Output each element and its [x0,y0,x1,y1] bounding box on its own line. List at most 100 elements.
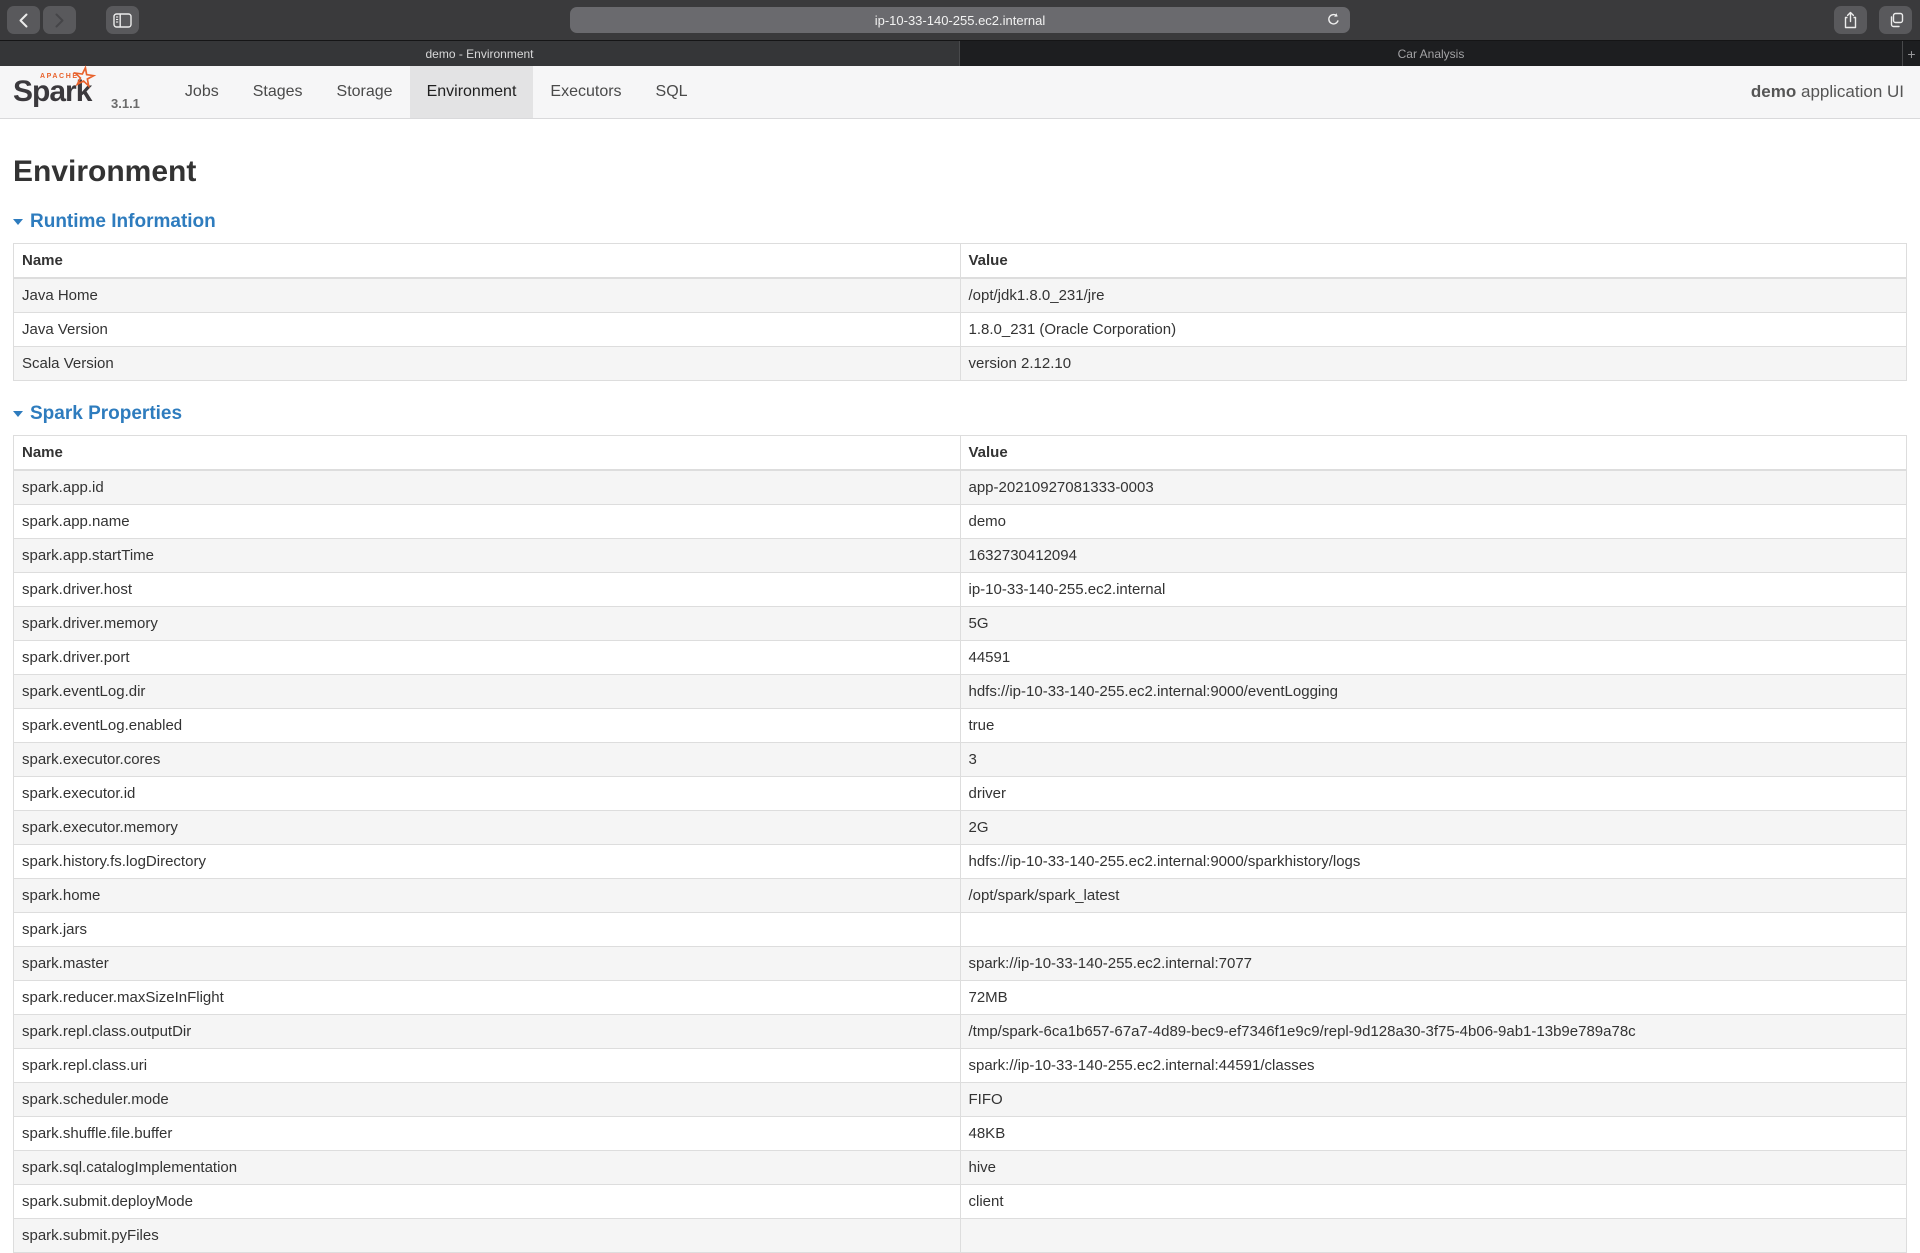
property-value-cell: 5G [960,607,1907,641]
toolbar-right-group [1834,6,1912,34]
tab-title: demo - Environment [425,47,533,61]
property-name-cell: spark.app.name [14,505,961,539]
table-row: spark.submit.deployModeclient [14,1185,1907,1219]
nav-tab-sql[interactable]: SQL [639,66,705,118]
browser-tab-strip: demo - Environment Car Analysis + [0,40,1920,66]
property-name-cell: spark.scheduler.mode [14,1083,961,1117]
runtime-information-section-toggle[interactable]: Runtime Information [13,211,1907,233]
property-value-cell: client [960,1185,1907,1219]
address-bar[interactable]: ip-10-33-140-255.ec2.internal [570,7,1350,33]
table-row: spark.reducer.maxSizeInFlight72MB [14,981,1907,1015]
share-button[interactable] [1834,6,1867,34]
property-name-cell: spark.driver.memory [14,607,961,641]
property-name-cell: spark.repl.class.outputDir [14,1015,961,1049]
nav-tab-stages[interactable]: Stages [236,66,320,118]
nav-tab-environment[interactable]: Environment [410,66,534,118]
property-value-cell: 1632730412094 [960,539,1907,573]
property-value-cell: ip-10-33-140-255.ec2.internal [960,573,1907,607]
nav-tab-storage[interactable]: Storage [320,66,410,118]
property-value-cell: hdfs://ip-10-33-140-255.ec2.internal:900… [960,675,1907,709]
table-row: spark.history.fs.logDirectoryhdfs://ip-1… [14,845,1907,879]
table-row: spark.executor.cores3 [14,743,1907,777]
property-value-cell: true [960,709,1907,743]
forward-button[interactable] [43,6,76,34]
section-title: Spark Properties [30,403,182,425]
property-value-cell: /opt/jdk1.8.0_231/jre [960,278,1907,313]
table-row: Scala Versionversion 2.12.10 [14,347,1907,381]
property-name-cell: spark.eventLog.enabled [14,709,961,743]
property-value-cell: 48KB [960,1117,1907,1151]
tab-car-analysis[interactable]: Car Analysis [960,41,1903,66]
property-value-cell: FIFO [960,1083,1907,1117]
tabs-overview-icon [1888,12,1904,28]
property-name-cell: spark.repl.class.uri [14,1049,961,1083]
nav-tab-executors[interactable]: Executors [533,66,638,118]
property-name-cell: spark.reducer.maxSizeInFlight [14,981,961,1015]
chevron-left-icon [18,13,29,28]
table-row: spark.driver.port44591 [14,641,1907,675]
property-name-cell: spark.jars [14,913,961,947]
property-value-cell: 2G [960,811,1907,845]
table-row: spark.repl.class.outputDir/tmp/spark-6ca… [14,1015,1907,1049]
table-row: spark.jars [14,913,1907,947]
property-value-cell: /tmp/spark-6ca1b657-67a7-4d89-bec9-ef734… [960,1015,1907,1049]
table-row: spark.eventLog.enabledtrue [14,709,1907,743]
app-name: demo [1751,82,1796,101]
reload-icon[interactable] [1326,12,1341,30]
spark-properties-section-toggle[interactable]: Spark Properties [13,403,1907,425]
property-value-cell: spark://ip-10-33-140-255.ec2.internal:70… [960,947,1907,981]
sidebar-toggle-button[interactable] [106,6,139,34]
table-row: spark.app.idapp-20210927081333-0003 [14,470,1907,505]
chevron-right-icon [54,13,65,28]
property-name-cell: spark.executor.cores [14,743,961,777]
table-row: spark.masterspark://ip-10-33-140-255.ec2… [14,947,1907,981]
url-text: ip-10-33-140-255.ec2.internal [875,13,1046,28]
property-name-cell: Java Home [14,278,961,313]
property-value-cell: /opt/spark/spark_latest [960,879,1907,913]
property-value-cell: app-20210927081333-0003 [960,470,1907,505]
property-value-cell: demo [960,505,1907,539]
property-value-cell: 44591 [960,641,1907,675]
table-row: spark.submit.pyFiles [14,1219,1907,1253]
table-row: spark.executor.memory2G [14,811,1907,845]
table-row: spark.app.startTime1632730412094 [14,539,1907,573]
table-row: spark.home/opt/spark/spark_latest [14,879,1907,913]
tab-overview-button[interactable] [1879,6,1912,34]
nav-tab-jobs[interactable]: Jobs [168,66,236,118]
runtime-information-table: NameValueJava Home/opt/jdk1.8.0_231/jreJ… [13,243,1907,381]
tab-title: Car Analysis [1398,47,1465,61]
property-name-cell: spark.executor.id [14,777,961,811]
column-header: Name [14,436,961,471]
table-row: Java Home/opt/jdk1.8.0_231/jre [14,278,1907,313]
spark-version: 3.1.1 [111,96,140,111]
tab-demo-environment[interactable]: demo - Environment [0,41,960,66]
back-button[interactable] [7,6,40,34]
property-name-cell: Scala Version [14,347,961,381]
spark-nav-tabs: Jobs Stages Storage Environment Executor… [168,66,705,118]
property-name-cell: spark.driver.port [14,641,961,675]
application-ui-label: demo application UI [1751,82,1904,102]
property-value-cell: hdfs://ip-10-33-140-255.ec2.internal:900… [960,845,1907,879]
spark-logo[interactable]: APACHE Spark ☆ [13,66,99,118]
property-value-cell: 72MB [960,981,1907,1015]
spark-header: APACHE Spark ☆ 3.1.1 Jobs Stages Storage… [0,66,1920,119]
property-name-cell: spark.eventLog.dir [14,675,961,709]
table-row: spark.scheduler.modeFIFO [14,1083,1907,1117]
table-row: spark.sql.catalogImplementationhive [14,1151,1907,1185]
table-header-row: NameValue [14,244,1907,279]
property-value-cell: version 2.12.10 [960,347,1907,381]
property-name-cell: spark.executor.memory [14,811,961,845]
table-row: spark.app.namedemo [14,505,1907,539]
spark-properties-table: NameValuespark.app.idapp-20210927081333-… [13,435,1907,1253]
property-name-cell: spark.history.fs.logDirectory [14,845,961,879]
share-icon [1843,11,1858,29]
property-value-cell: spark://ip-10-33-140-255.ec2.internal:44… [960,1049,1907,1083]
section-title: Runtime Information [30,211,216,233]
spark-star-icon: ☆ [70,60,98,94]
plus-icon: + [1907,46,1915,62]
property-name-cell: spark.home [14,879,961,913]
column-header: Value [960,436,1907,471]
property-value-cell [960,1219,1907,1253]
page-title: Environment [13,155,1907,189]
new-tab-button[interactable]: + [1903,41,1920,66]
